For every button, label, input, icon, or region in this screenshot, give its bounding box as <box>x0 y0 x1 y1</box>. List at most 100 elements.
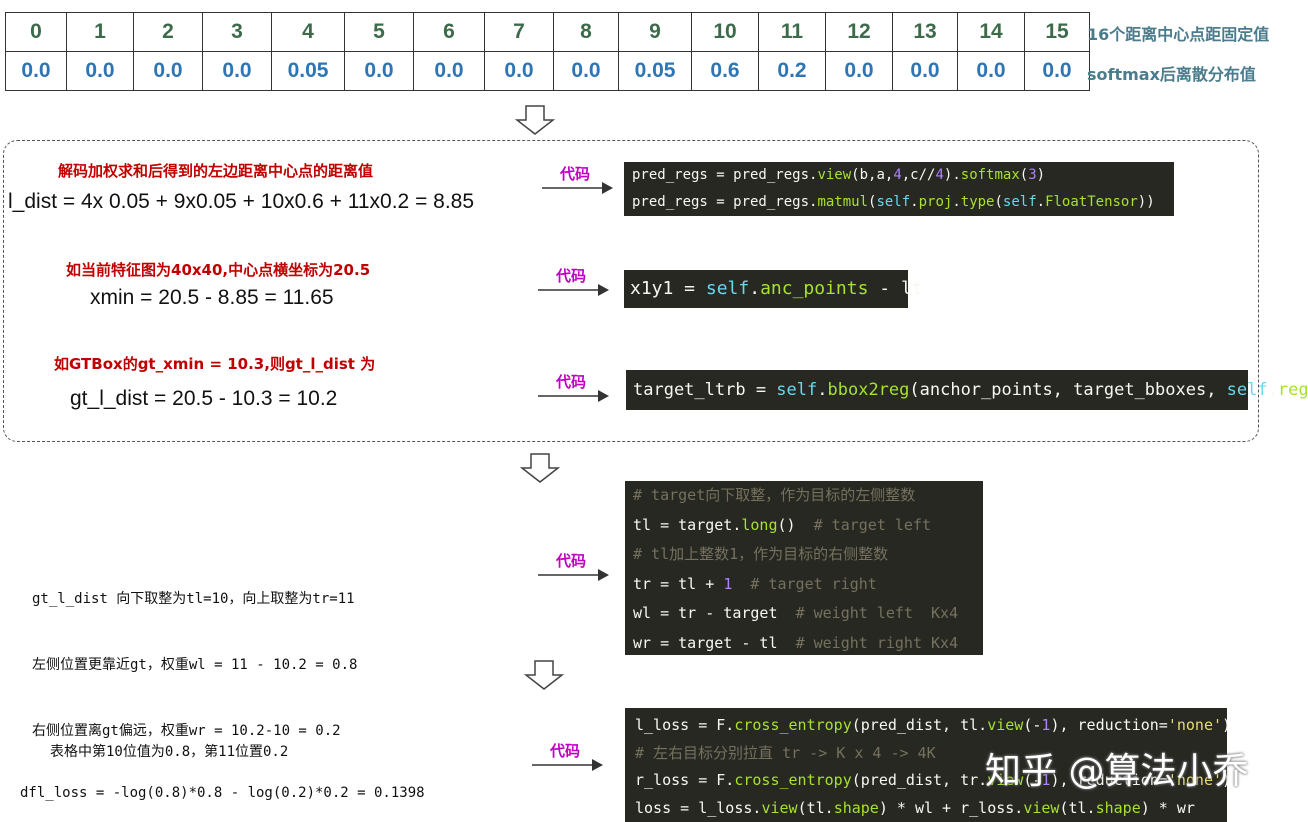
value-cell: 0.0 <box>344 51 414 91</box>
code-token: ( <box>994 194 1003 210</box>
right-arrow-icon <box>542 182 613 194</box>
value-cell: 0.0 <box>413 51 485 91</box>
code-token: target_ltrb = <box>633 380 777 400</box>
code-token: )) <box>1137 194 1155 210</box>
index-cell: 11 <box>758 12 826 52</box>
section1-title: 解码加权求和后得到的左边距离中心点的距离值 <box>58 162 374 180</box>
code-token: ). <box>943 167 961 183</box>
code-token: matmul <box>817 194 869 210</box>
right-arrow-icon <box>532 759 603 771</box>
code-token: 'none' <box>1167 716 1223 734</box>
code-line: tr = tl + 1 # target right <box>633 570 983 600</box>
value-cell: 0.0 <box>553 51 619 91</box>
code-token: 3 <box>1028 167 1037 183</box>
index-cell: 3 <box>202 12 272 52</box>
code-token: # 左右目标分别拉直 tr -> K x 4 -> 4K <box>635 743 936 762</box>
code-token: 1 <box>723 574 733 593</box>
section1-equation: l_dist = 4x 0.05 + 9x0.05 + 10x0.6 + 11x… <box>8 190 475 213</box>
index-cell: 5 <box>344 12 414 52</box>
code-token: 4 <box>935 167 944 183</box>
down-arrow-icon <box>514 105 556 135</box>
section2-title: 如当前特征图为40x40,中心点横坐标为20.5 <box>66 261 371 279</box>
index-cell: 6 <box>413 12 485 52</box>
code-token: (- <box>1023 716 1042 734</box>
code-token: proj <box>918 194 953 210</box>
value-cell: 0.0 <box>484 51 554 91</box>
code-token: ) * wl + r_loss. <box>878 798 1024 817</box>
code-token: - lt <box>868 278 923 299</box>
section5-line2: dfl_loss = -log(0.8)*0.8 - log(0.2)*0.2 … <box>20 785 425 801</box>
code-token: long <box>741 515 778 534</box>
code-token: r_loss = F. <box>635 771 735 789</box>
index-cell: 9 <box>618 12 692 52</box>
index-row: 0 1 2 3 4 5 6 7 8 9 10 11 12 13 14 15 <box>5 12 1090 52</box>
section4-line: 右侧位置离gt偏远，权重wr = 10.2-10 = 0.2 <box>32 723 341 739</box>
code-token: # tl加上整数1，作为目标的右侧整数 <box>633 545 889 564</box>
distribution-table: 0 1 2 3 4 5 6 7 8 9 10 11 12 13 14 15 0.0 0.0 0.0 0.0 0.05 0… <box>5 12 1090 91</box>
section3-equation: gt_l_dist = 20.5 - 10.3 = 10.2 <box>70 387 338 410</box>
code-line: loss = l_loss.view(tl.shape) * wl + r_lo… <box>635 795 1227 822</box>
code-line: wr = target - tl # weight right Kx4 <box>633 629 983 659</box>
code-token: wl = tr - target <box>633 604 796 623</box>
code-token: . <box>749 278 761 299</box>
index-cell: 12 <box>825 12 893 52</box>
section2-equation: xmin = 20.5 - 8.85 = 11.65 <box>90 286 334 309</box>
code-token: softmax <box>960 167 1020 183</box>
code-token: ) <box>1222 716 1232 734</box>
section1-code-block: pred_regs = pred_regs.view(b,a,4,c//4).s… <box>624 162 1174 216</box>
code-token: ), reduction= <box>1050 716 1168 734</box>
code-token: . <box>817 380 828 400</box>
index-cell: 14 <box>957 12 1025 52</box>
right-arrow-icon <box>538 390 609 402</box>
section5-line1: 表格中第10位值为0.8，第11位置0.2 <box>50 744 289 760</box>
value-cell: 0.05 <box>618 51 692 91</box>
code-token: wr = target - tl <box>633 633 796 652</box>
code-line: pred_regs = pred_regs.matmul(self.proj.t… <box>632 189 1174 216</box>
code-token: # target向下取整，作为目标的左侧整数 <box>633 486 916 504</box>
code-token: . <box>1267 380 1278 400</box>
index-cell: 2 <box>133 12 203 52</box>
code-token: x1y1 = <box>630 278 706 299</box>
code-token: (pred_dist, tl. <box>851 716 988 734</box>
code-token: ) <box>1036 167 1046 183</box>
code-token: self <box>1002 194 1037 210</box>
value-cell: 0.0 <box>133 51 203 91</box>
index-cell: 7 <box>484 12 554 52</box>
code-token: (tl. <box>797 798 834 817</box>
index-cell: 0 <box>5 12 67 52</box>
index-cell: 10 <box>691 12 759 52</box>
index-cell: 4 <box>271 12 345 52</box>
code-token: view <box>817 167 852 183</box>
code-token: cross_entropy <box>734 716 852 734</box>
value-cell: 0.2 <box>758 51 826 91</box>
code-token: type <box>960 194 995 210</box>
section4-line: 左侧位置更靠近gt，权重wl = 11 - 10.2 = 0.8 <box>32 657 358 673</box>
down-arrow-icon <box>523 660 565 690</box>
code-token: ,c// <box>901 167 936 183</box>
code-token: 4 <box>893 167 902 183</box>
code-token: () <box>777 515 814 534</box>
code-token: tr = tl + <box>633 574 724 593</box>
code-token: # target left <box>813 515 932 534</box>
code-token: self <box>776 380 818 400</box>
value-row: 0.0 0.0 0.0 0.0 0.05 0.0 0.0 0.0 0.0 0.05 0.6 0.2 0.… <box>5 51 1090 91</box>
value-cell: 0.6 <box>691 51 759 91</box>
value-cell: 0.0 <box>957 51 1025 91</box>
code-line: # tl加上整数1，作为目标的右侧整数 <box>633 540 983 570</box>
code-token: bbox2reg <box>827 380 910 400</box>
code-token: cross_entropy <box>734 771 852 789</box>
code-token: view <box>987 716 1024 734</box>
code-token: (tl. <box>1059 798 1096 817</box>
index-cell: 8 <box>553 12 619 52</box>
index-cell: 1 <box>66 12 134 52</box>
code-token: self <box>705 278 750 299</box>
value-cell: 0.0 <box>5 51 67 91</box>
code-token: FloatTensor <box>1045 194 1138 210</box>
code-token: view <box>761 798 798 817</box>
code-token: tl = target. <box>633 515 742 534</box>
code-line: tl = target.long() # target left <box>633 511 983 541</box>
row1-label: 16个距离中心点距固定值 <box>1087 25 1270 44</box>
code-line: l_loss = F.cross_entropy(pred_dist, tl.v… <box>635 712 1231 740</box>
value-cell: 0.0 <box>892 51 958 91</box>
code-line: wl = tr - target # weight left Kx4 <box>633 599 983 629</box>
